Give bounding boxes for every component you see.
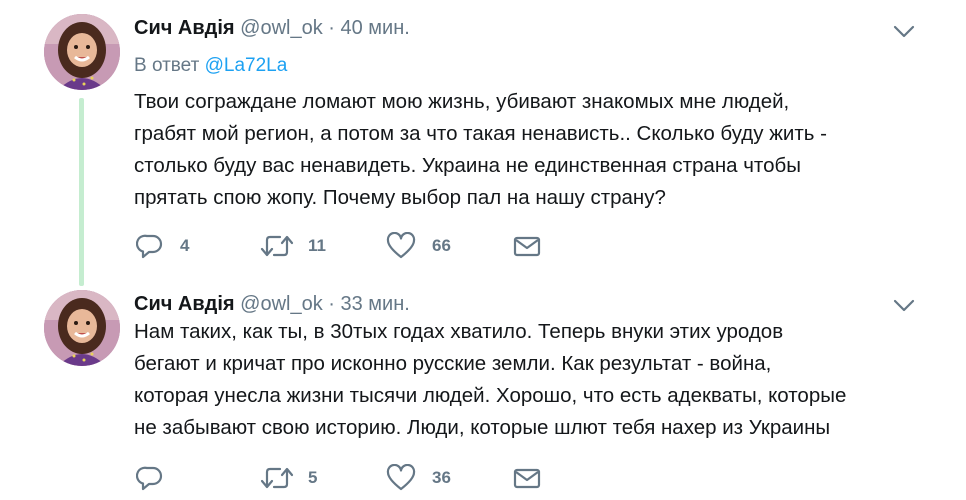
retweet-count: 5: [308, 468, 318, 487]
retweet-icon: [260, 467, 294, 489]
separator: ·: [328, 17, 335, 39]
avatar-image: [44, 14, 120, 90]
timestamp[interactable]: 40 мин.: [341, 17, 410, 39]
like-count: 66: [432, 236, 451, 255]
tweet-text-line: столько буду вас ненавидеть. Украина не …: [134, 154, 801, 177]
author-handle[interactable]: @owl_ok: [240, 17, 323, 39]
tweet-actions: 4 11 66: [134, 232, 834, 260]
heart-icon: [386, 464, 416, 491]
reply-icon: [136, 234, 163, 259]
tweet[interactable]: Сич Авдія @owl_ok · 40 мин. В ответ @La7…: [0, 0, 966, 290]
reply-icon: [136, 466, 163, 491]
tweet-text: Твои сограждане ломают мою жизнь, убиваю…: [134, 86, 934, 214]
tweet-text-line: грабят мой регион, а потом за что такая …: [134, 122, 827, 145]
tweet-menu-button[interactable]: [892, 24, 916, 40]
separator: ·: [328, 293, 335, 315]
chevron-down-icon: [893, 25, 915, 38]
thread-connector-line: [79, 98, 84, 286]
retweet-count: 11: [308, 236, 326, 255]
heart-icon: [386, 232, 416, 259]
tweet-header: Сич Авдія @owl_ok · 40 мин.: [134, 16, 410, 40]
tweet-text-line: Твои сограждане ломают мою жизнь, убиваю…: [134, 90, 790, 113]
reply-mention-link[interactable]: @La72La: [205, 55, 288, 76]
author-name[interactable]: Сич Авдія: [134, 293, 235, 315]
avatar[interactable]: [44, 290, 120, 366]
chevron-down-icon: [893, 299, 915, 312]
tweet-text-line: которая унесла жизни тысячи людей. Хорош…: [134, 384, 847, 407]
tweet-text-line: прятать спою жопу. Почему выбор пал на н…: [134, 186, 666, 209]
tweet[interactable]: Сич Авдія @owl_ok · 33 мин. Нам таких, к…: [0, 290, 966, 500]
timestamp[interactable]: 33 мин.: [341, 293, 410, 315]
like-count: 36: [432, 468, 451, 487]
avatar-image: [44, 290, 120, 366]
author-handle[interactable]: @owl_ok: [240, 293, 323, 315]
reply-context: В ответ @La72La: [134, 54, 287, 78]
tweet-text-line: Нам таких, как ты, в 30тых годах хватило…: [134, 320, 784, 343]
tweet-actions: 5 36: [134, 464, 834, 492]
tweet-text-line: бегают и кричат про исконно русские земл…: [134, 352, 772, 375]
tweet-menu-button[interactable]: [892, 298, 916, 314]
reply-count: 4: [180, 236, 190, 255]
envelope-icon: [513, 468, 541, 489]
reply-label: В ответ: [134, 55, 200, 76]
avatar[interactable]: [44, 14, 120, 90]
tweet-text-line: не забывают свою историю. Люди, которые …: [134, 416, 831, 439]
tweet-text: Нам таких, как ты, в 30тых годах хватило…: [134, 316, 934, 444]
author-name[interactable]: Сич Авдія: [134, 17, 235, 39]
tweet-header: Сич Авдія @owl_ok · 33 мин.: [134, 292, 410, 316]
envelope-icon: [513, 236, 541, 257]
retweet-icon: [260, 235, 294, 257]
